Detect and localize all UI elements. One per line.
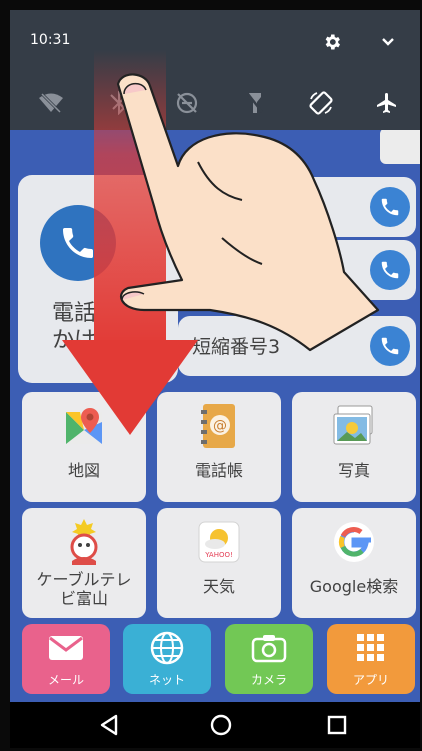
notification-shade[interactable]: 10:31 [10, 10, 420, 130]
phone-label-line1: 電話 [52, 301, 97, 326]
speed-dial-1[interactable] [178, 177, 416, 237]
app-address-book[interactable]: @ 電話帳 [157, 392, 281, 502]
app-label: 地図 [67, 461, 100, 480]
call-icon[interactable] [370, 187, 410, 227]
app-weather[interactable]: YAHOO! 天気 [157, 508, 281, 618]
photos-icon [329, 402, 379, 450]
speed-dial-3[interactable]: 短縮番号3 [178, 316, 416, 376]
speed-dial-label: 短縮番号3 [192, 336, 281, 358]
mail-icon [46, 630, 86, 666]
bluetooth-off-icon[interactable] [102, 86, 136, 120]
back-icon[interactable] [94, 710, 124, 740]
wifi-off-icon[interactable] [34, 86, 68, 120]
app-label: 電話帳 [194, 461, 243, 480]
app-photos[interactable]: 写真 [292, 392, 416, 502]
home-icon[interactable] [206, 710, 236, 740]
weather-icon: YAHOO! [194, 518, 244, 566]
auto-rotate-icon[interactable] [304, 86, 338, 120]
phone-label-line2: かけ [52, 328, 97, 353]
app-google-search[interactable]: Google検索 [292, 508, 416, 618]
call-icon[interactable] [370, 250, 410, 290]
do-not-disturb-off-icon[interactable] [170, 86, 204, 120]
phone-shortcut-card[interactable] [18, 175, 178, 383]
app-label: ケーブルテレ ビ富山 [36, 570, 132, 608]
dock-apps[interactable]: アプリ [327, 624, 415, 694]
cable-tv-toyama-icon [59, 518, 109, 566]
dock-camera[interactable]: カメラ [225, 624, 313, 694]
phone-screen: 通 電話 かけ 短 短縮番号3 [10, 10, 420, 748]
apps-grid-icon [351, 630, 391, 666]
dock-mail[interactable]: メール [22, 624, 110, 694]
chevron-down-icon[interactable] [376, 30, 400, 54]
phone-icon [40, 205, 116, 281]
dock-label: メール [47, 673, 84, 687]
camera-icon [249, 630, 289, 666]
app-cable-tv[interactable]: ケーブルテレ ビ富山 [22, 508, 146, 618]
google-search-icon [329, 518, 379, 566]
recents-icon[interactable] [322, 710, 352, 740]
status-time: 10:31 [30, 32, 71, 48]
navigation-bar [10, 702, 420, 748]
call-icon[interactable] [370, 326, 410, 366]
svg-text:@: @ [213, 418, 227, 434]
dock-label: カメラ [250, 673, 287, 687]
airplane-mode-icon[interactable] [370, 86, 404, 120]
globe-icon [147, 630, 187, 666]
address-book-icon: @ [194, 402, 244, 450]
phone-call-label: 電話 かけ [52, 300, 96, 354]
app-maps[interactable]: 地図 [22, 392, 146, 502]
flashlight-off-icon[interactable] [238, 86, 272, 120]
dock-internet[interactable]: ネット [123, 624, 211, 694]
dock-label: アプリ [352, 673, 389, 687]
app-label: 天気 [202, 577, 235, 596]
gear-icon[interactable] [320, 30, 344, 54]
app-label: Google検索 [309, 577, 399, 596]
app-label: 写真 [337, 461, 370, 480]
date-widget[interactable] [380, 128, 420, 164]
speed-dial-label: 短 [192, 260, 212, 282]
maps-icon [59, 402, 109, 450]
speed-dial-2[interactable]: 短 [178, 240, 416, 300]
dock-label: ネット [148, 673, 185, 687]
svg-text:YAHOO!: YAHOO! [204, 551, 233, 559]
